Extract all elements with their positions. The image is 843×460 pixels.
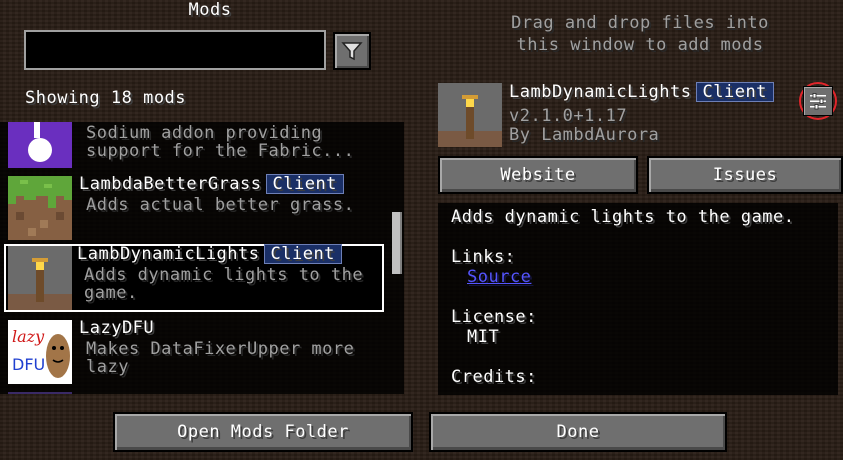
links-label: Links: xyxy=(451,247,516,267)
mod-details-panel[interactable]: Adds dynamic lights to the game. Links: … xyxy=(438,203,838,395)
config-button-face[interactable] xyxy=(803,86,833,116)
mod-name: LazyDFU xyxy=(79,318,154,338)
issues-button[interactable]: Issues xyxy=(647,156,843,194)
mod-description-line: lazy xyxy=(86,357,129,377)
config-button[interactable] xyxy=(799,82,837,120)
license-value: MIT xyxy=(467,327,500,347)
mod-description-line: game. xyxy=(84,283,138,303)
selected-mod-torch-icon xyxy=(438,83,502,147)
mod-description-line: support for the Fabric... xyxy=(86,141,355,161)
mod-description: Sodium addon providing support for the F… xyxy=(86,124,386,160)
mod-description-line: Adds dynamic lights to the xyxy=(84,265,364,285)
list-item[interactable]: Sodium addon providing support for the F… xyxy=(4,122,384,170)
open-mods-folder-button[interactable]: Open Mods Folder xyxy=(113,412,413,452)
mod-description: Makes DataFixerUpper more lazy xyxy=(86,340,386,376)
sodium-addon-icon xyxy=(8,122,72,168)
mod-description-line: Makes DataFixerUpper more xyxy=(86,339,355,359)
lazydfu-logo-top: lazy xyxy=(12,327,45,346)
mod-logo-icon xyxy=(28,122,52,162)
selected-client-badge: Client xyxy=(695,82,774,102)
search-input[interactable] xyxy=(24,30,326,70)
list-item[interactable]: LambdaBetterGrass Client Adds actual bett… xyxy=(4,174,384,242)
mod-details-description: Adds dynamic lights to the game. xyxy=(451,207,795,227)
mod-description: Adds actual better grass. xyxy=(86,196,386,214)
drop-hint-line-2: this window to add mods xyxy=(516,35,764,55)
client-badge: Client xyxy=(265,174,344,194)
selected-mod-author: By LambdAurora xyxy=(509,125,660,145)
screen-title: Mods xyxy=(188,0,232,20)
website-button[interactable]: Website xyxy=(438,156,638,194)
torch-icon xyxy=(8,246,72,310)
sliders-icon xyxy=(810,93,826,110)
list-item[interactable] xyxy=(4,390,384,394)
mod-count-label: Showing 18 mods xyxy=(25,88,187,108)
mod-name-text: LambDynamicLights xyxy=(77,244,260,264)
drop-hint-line-1: Drag and drop files into xyxy=(511,13,769,33)
drop-hint: Drag and drop files into this window to … xyxy=(470,12,810,56)
grass-block-icon xyxy=(8,176,72,240)
list-item[interactable]: lazy DFU LazyDFU Makes DataFixerUpper mo… xyxy=(4,318,384,386)
mod-description-line: Sodium addon providing xyxy=(86,123,323,143)
mod-list[interactable]: Sodium addon providing support for the F… xyxy=(0,122,404,394)
mod-name: LambdaBetterGrass Client xyxy=(79,174,344,194)
mod-list-scrollbar[interactable] xyxy=(392,212,402,274)
mod-name: LambDynamicLights Client xyxy=(77,244,342,264)
source-link[interactable]: Source xyxy=(467,267,531,287)
filter-icon xyxy=(341,42,363,61)
mod-description: Adds dynamic lights to the game. xyxy=(84,266,384,302)
lazydfu-logo-bottom: DFU xyxy=(12,355,45,374)
selected-mod-name-text: LambDynamicLights xyxy=(509,82,692,102)
mod-icon xyxy=(8,392,72,394)
mod-name-text: LazyDFU xyxy=(79,318,155,338)
mod-description-line: Adds actual better grass. xyxy=(86,195,355,215)
lazydfu-logo-icon: lazy DFU xyxy=(8,320,72,384)
selected-mod-name: LambDynamicLights Client xyxy=(509,82,774,102)
credits-label: Credits: xyxy=(451,367,537,387)
list-item-selected[interactable]: LambDynamicLights Client Adds dynamic lig… xyxy=(4,244,384,312)
filter-button[interactable] xyxy=(333,32,371,70)
mod-name-text: LambdaBetterGrass xyxy=(79,174,262,194)
selected-mod-version: v2.1.0+1.17 xyxy=(509,106,628,126)
client-badge: Client xyxy=(263,244,342,264)
license-label: License: xyxy=(451,307,537,327)
done-button[interactable]: Done xyxy=(429,412,727,452)
